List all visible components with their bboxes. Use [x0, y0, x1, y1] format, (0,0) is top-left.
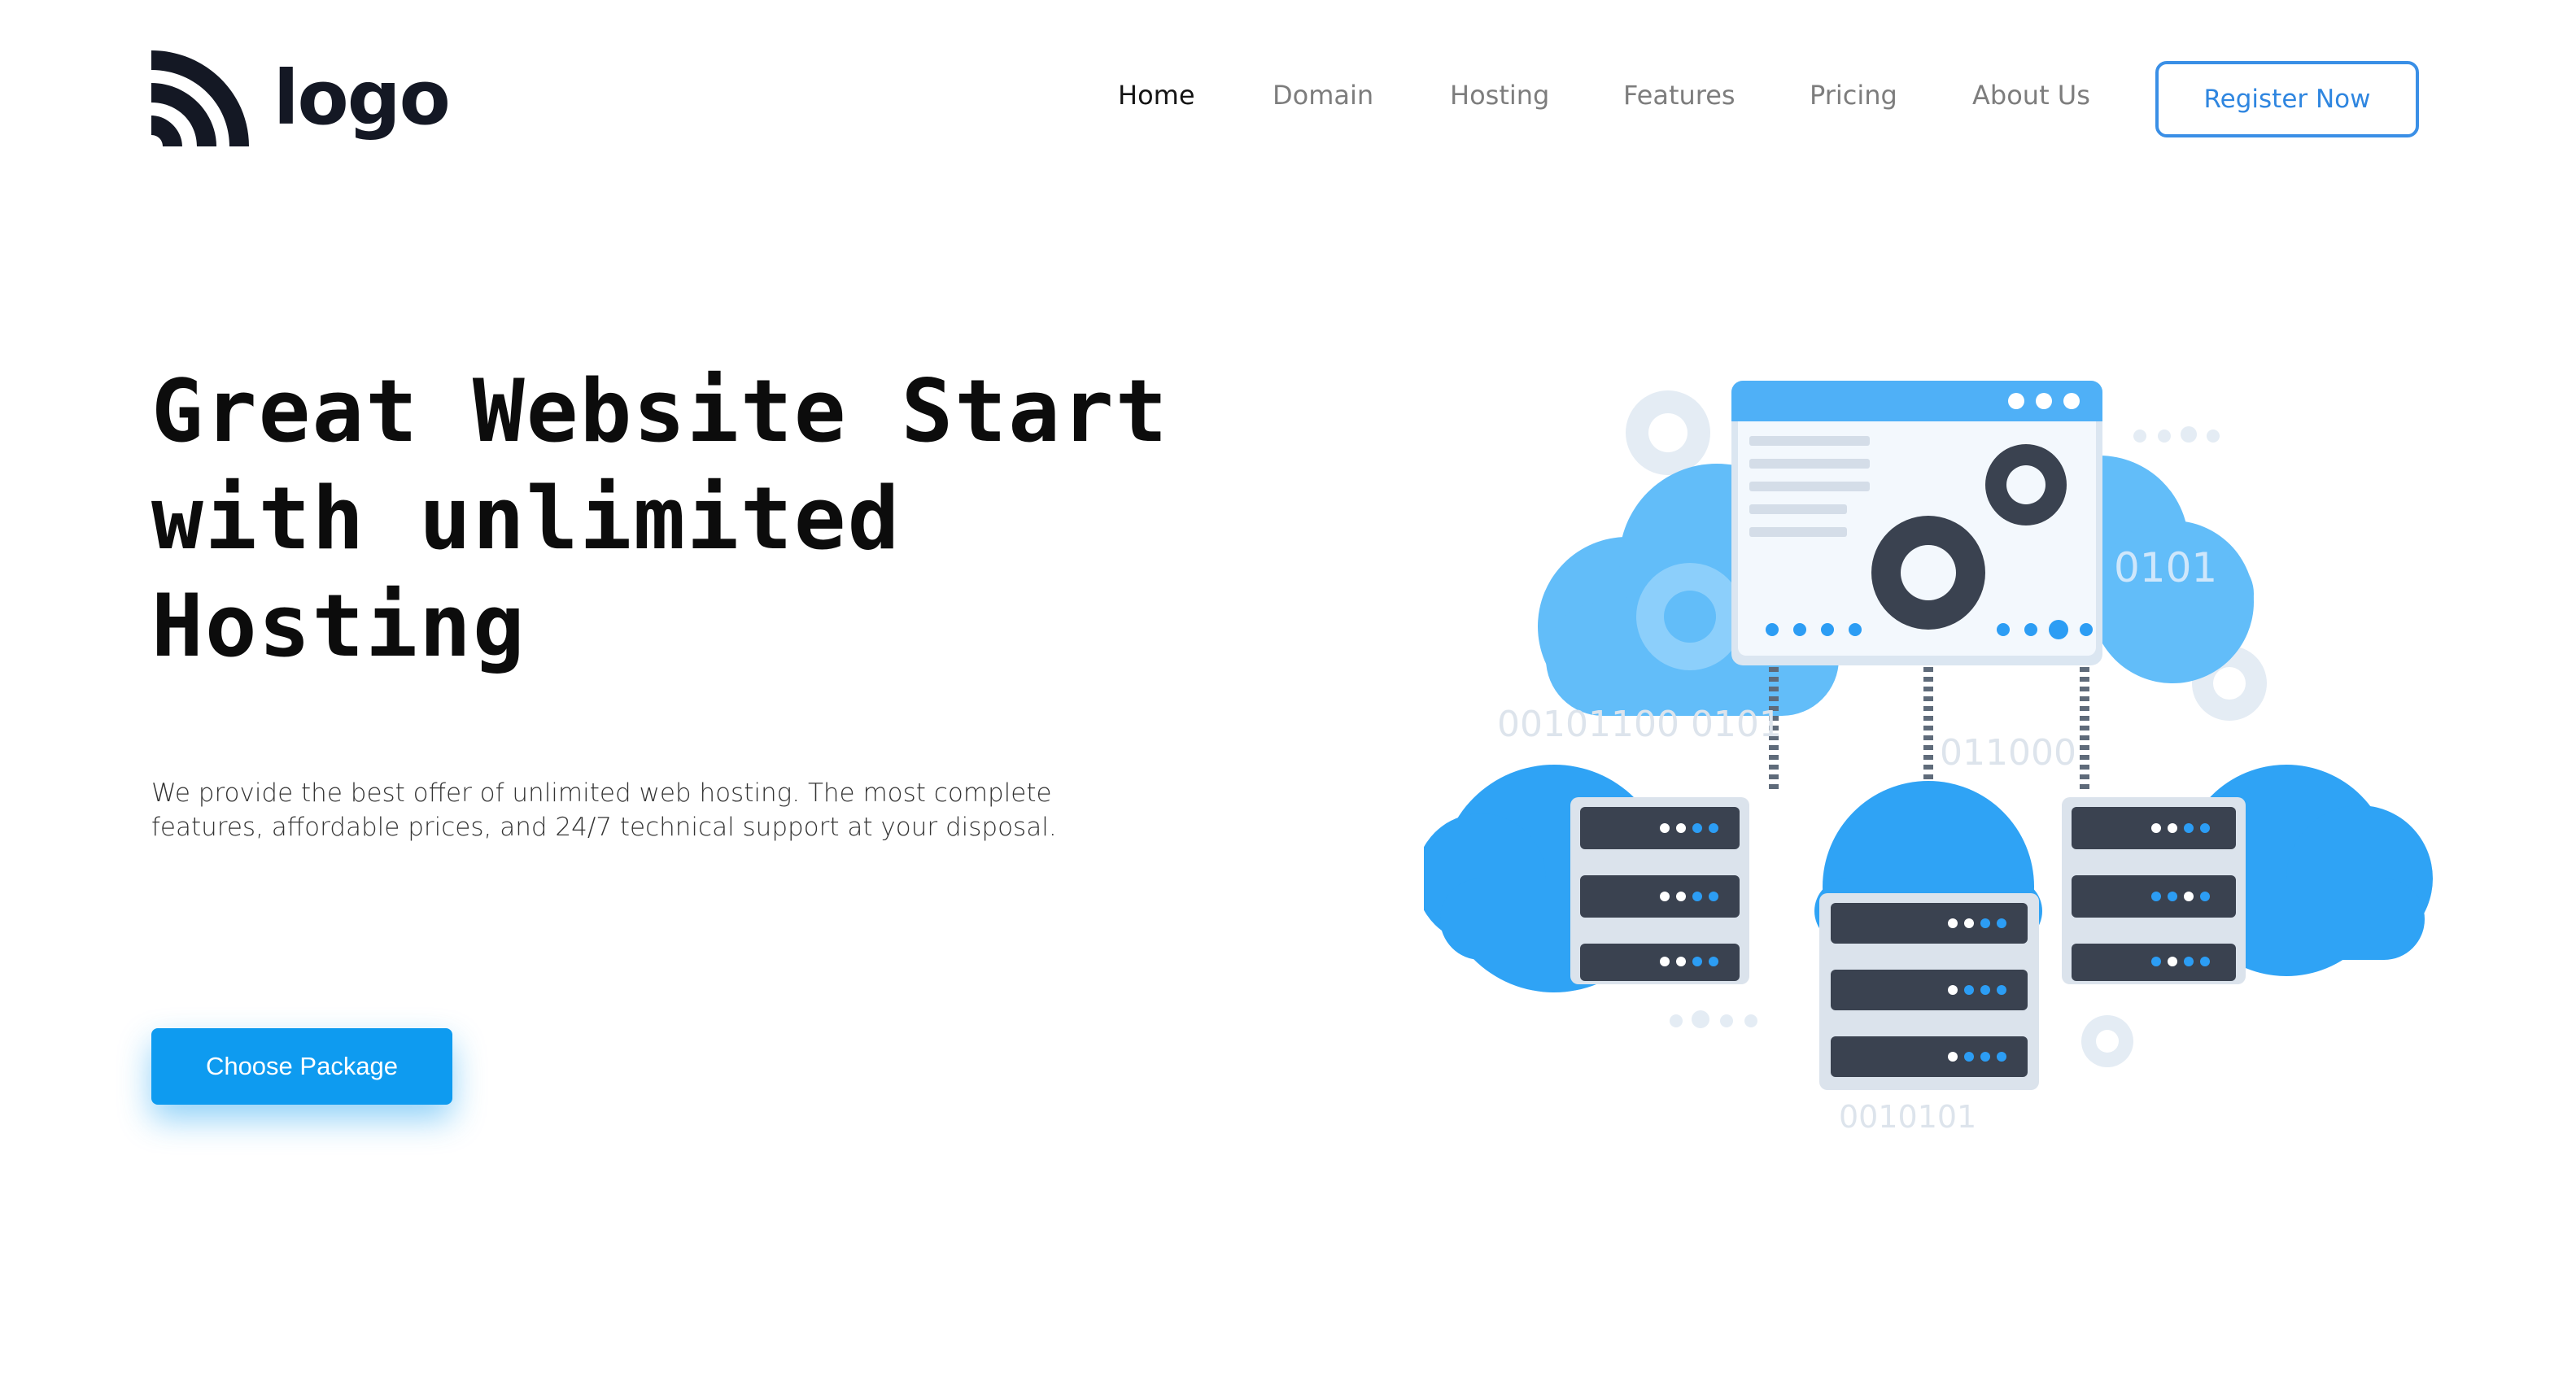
register-now-button[interactable]: Register Now: [2155, 61, 2419, 137]
nav-pricing[interactable]: Pricing: [1810, 80, 1897, 111]
cloud-hosting-illustration: 0101 00101100 0101 011000 0010101: [1424, 381, 2433, 1135]
logo[interactable]: logo: [151, 50, 451, 146]
hero-title-line-2: with unlimited: [151, 469, 902, 569]
server-rack-center: [1819, 893, 2039, 1090]
binary-label-2: 00101100 0101: [1497, 704, 1782, 745]
gear-icon: [1871, 516, 1985, 630]
binary-label-3: 011000: [1940, 732, 2076, 774]
gear-icon: [1636, 563, 1744, 670]
binary-label-4: 0010101: [1839, 1099, 1976, 1135]
hero-title-line-3: Hosting: [151, 576, 526, 676]
gear-icon: [1985, 444, 2067, 525]
gear-icon: [2081, 1015, 2133, 1067]
hero-title: Great Website Start with unlimited Hosti…: [151, 358, 1209, 680]
hero-title-line-1: Great Website Start: [151, 361, 1169, 461]
nav-domain[interactable]: Domain: [1273, 80, 1373, 111]
binary-label-1: 0101: [2114, 544, 2217, 591]
nav-hosting[interactable]: Hosting: [1450, 80, 1549, 111]
server-rack-left: [1570, 797, 1749, 984]
choose-package-button[interactable]: Choose Package: [151, 1028, 452, 1105]
logo-text: logo: [273, 55, 451, 142]
browser-window: [1731, 381, 2102, 665]
hero-description: We provide the best offer of unlimited w…: [151, 778, 1057, 842]
gear-icon: [1626, 390, 1710, 475]
nav-features[interactable]: Features: [1623, 80, 1736, 111]
nav-home[interactable]: Home: [1118, 80, 1195, 111]
nav-about-us[interactable]: About Us: [1972, 80, 2090, 111]
logo-rss-icon: [151, 50, 249, 146]
server-rack-right: [2062, 797, 2246, 984]
